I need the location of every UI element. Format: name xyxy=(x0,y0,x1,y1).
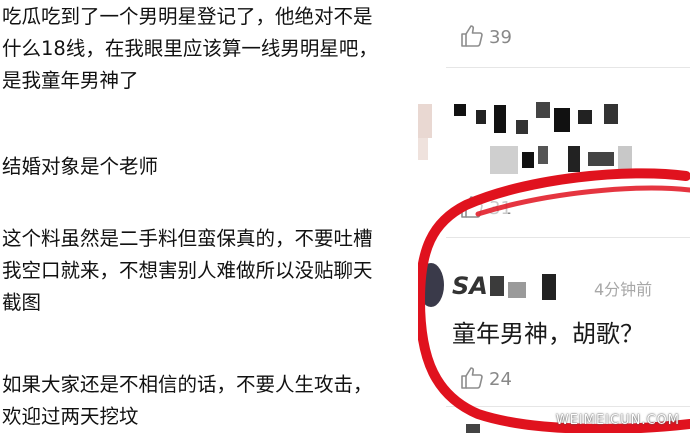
censored-text xyxy=(490,146,518,174)
comment-username[interactable]: SA xyxy=(452,272,488,300)
censored-name xyxy=(542,274,556,300)
post-paragraph-3: 这个料虽然是二手料但蛮保真的，不要吐槽 我空口就来，不想害别人难做所以没贴聊天 … xyxy=(2,223,373,319)
watermark: WEIMEICUN.COM xyxy=(555,413,680,428)
highlight-ring xyxy=(418,168,690,433)
like-button[interactable]: 24 xyxy=(460,366,512,390)
censored-name xyxy=(578,110,592,124)
comment-text: 童年男神，胡歌？ xyxy=(452,320,644,348)
censored-text xyxy=(618,146,632,174)
censored-avatar xyxy=(418,138,428,160)
censored-name xyxy=(508,282,526,298)
post-line: 吃瓜吃到了一个男明星登记了，他绝对不是 xyxy=(2,5,373,28)
thumbs-up-icon xyxy=(461,367,483,389)
like-count: 24 xyxy=(489,369,512,390)
divider xyxy=(446,67,690,68)
censored-text xyxy=(568,146,580,172)
post-paragraph-4: 如果大家还是不相信的话，不要人生攻击， 欢迎过两天挖坟 xyxy=(2,369,373,433)
like-count: 39 xyxy=(489,27,512,48)
censored-text xyxy=(522,152,534,168)
censored-text xyxy=(538,146,548,164)
post-line: 结婚对象是个老师 xyxy=(2,155,159,178)
censored-name xyxy=(554,108,570,132)
censored-name xyxy=(490,276,504,296)
post-line: 欢迎过两天挖坟 xyxy=(2,405,139,428)
thumbs-up-icon xyxy=(461,25,483,47)
avatar xyxy=(418,263,444,307)
comment-list: 39 31 SA 4 xyxy=(418,0,690,433)
censored-name xyxy=(476,110,486,124)
censored-next xyxy=(466,424,480,433)
censored-name xyxy=(494,105,506,133)
censored-text xyxy=(588,152,614,166)
post-line: 如果大家还是不相信的话，不要人生攻击， xyxy=(2,373,373,396)
post-line: 这个料虽然是二手料但蛮保真的，不要吐槽 xyxy=(2,227,373,250)
post-paragraph-1: 吃瓜吃到了一个男明星登记了，他绝对不是 什么18线，在我眼里应该算一线男明星吧，… xyxy=(2,1,378,97)
comment-time: 4分钟前 xyxy=(594,280,653,299)
divider xyxy=(446,406,690,407)
like-button[interactable]: 39 xyxy=(460,24,512,48)
censored-name xyxy=(454,104,466,116)
censored-name xyxy=(536,102,550,118)
censored-name xyxy=(516,120,528,134)
censored-name xyxy=(604,104,618,124)
post-line: 什么18线，在我眼里应该算一线男明星吧， xyxy=(2,37,378,60)
censored-count xyxy=(478,198,508,216)
post-line: 截图 xyxy=(2,291,42,314)
censored-avatar xyxy=(418,104,432,138)
post-line: 我空口就来，不想害别人难做所以没贴聊天 xyxy=(2,259,373,282)
divider xyxy=(446,237,690,238)
post-line: 是我童年男神了 xyxy=(2,69,139,92)
post-body: 吃瓜吃到了一个男明星登记了，他绝对不是 什么18线，在我眼里应该算一线男明星吧，… xyxy=(0,0,418,433)
post-paragraph-2: 结婚对象是个老师 xyxy=(2,151,158,183)
